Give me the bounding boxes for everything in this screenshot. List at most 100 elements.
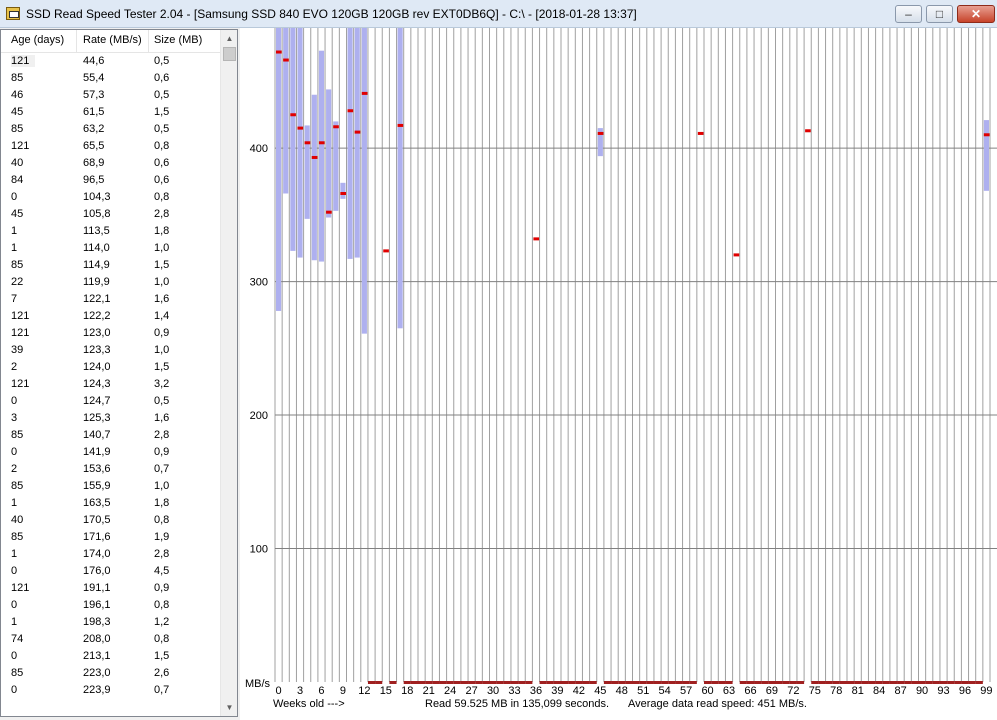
list-row[interactable]: 1 198,3 1,2 [1,614,221,631]
list-row[interactable]: 0 176,0 4,5 [1,563,221,580]
list-row[interactable]: 7 122,1 1,6 [1,291,221,308]
x-tick-label: 12 [358,685,370,697]
list-row[interactable]: 1 114,0 1,0 [1,240,221,257]
rate-cell: 61,5 [83,106,105,118]
list-row[interactable]: 39 123,3 1,0 [1,342,221,359]
list-row[interactable]: 46 57,3 0,5 [1,87,221,104]
zero-marker [475,681,483,684]
average-marker [361,91,368,95]
list-row[interactable]: 45 61,5 1,5 [1,104,221,121]
list-row[interactable]: 84 96,5 0,6 [1,172,221,189]
zero-marker [503,681,511,684]
x-tick-label: 93 [937,685,949,697]
list-row[interactable]: 85 140,7 2,8 [1,427,221,444]
age-cell: 46 [11,89,24,101]
list-row[interactable]: 0 196,1 0,8 [1,597,221,614]
list-row[interactable]: 85 223,0 2,6 [1,665,221,682]
column-header-age[interactable]: Age (days) [11,34,64,46]
list-row[interactable]: 2 124,0 1,5 [1,359,221,376]
average-marker [340,192,346,196]
age-cell: 0 [11,684,18,696]
list-row[interactable]: 85 63,2 0,5 [1,121,221,138]
list-row[interactable]: 0 124,7 0,5 [1,393,221,410]
zero-marker [704,681,712,684]
range-bar [983,120,989,191]
zero-marker [746,681,755,684]
range-bar [326,89,332,218]
scroll-thumb[interactable] [223,47,236,61]
list-row[interactable]: 85 114,9 1,5 [1,257,221,274]
size-cell: 1,8 [154,497,170,509]
scroll-down-icon[interactable]: ▼ [221,699,237,716]
list-row[interactable]: 45 105,8 2,8 [1,206,221,223]
list-row[interactable]: 85 155,9 1,0 [1,478,221,495]
zero-marker [632,681,640,684]
list-row[interactable]: 0 213,1 1,5 [1,648,221,665]
zero-marker [968,681,976,684]
list-row[interactable]: 2 153,6 0,7 [1,461,221,478]
list-row[interactable]: 1 113,5 1,8 [1,223,221,240]
list-row[interactable]: 1 163,5 1,8 [1,495,221,512]
vertical-scrollbar[interactable]: ▲ ▼ [220,30,237,716]
list-row[interactable]: 40 68,9 0,6 [1,155,221,172]
zero-marker [782,681,790,684]
list-row[interactable]: 85 55,4 0,6 [1,70,221,87]
x-tick-label: 78 [830,685,842,697]
list-row[interactable]: 85 171,6 1,9 [1,529,221,546]
range-bar [311,94,317,261]
list-row[interactable]: 74 208,0 0,8 [1,631,221,648]
scroll-up-icon[interactable]: ▲ [221,30,237,47]
size-cell: 1,6 [154,293,170,305]
x-tick-label: 15 [380,685,392,697]
list-row[interactable]: 121 44,6 0,5 [1,53,221,70]
list-row[interactable]: 0 223,9 0,7 [1,682,221,699]
app-disk-icon [6,7,20,20]
minimize-button[interactable]: – [895,5,922,23]
x-tick-label: 21 [423,685,435,697]
list-row[interactable]: 0 141,9 0,9 [1,444,221,461]
x-tick-label: 63 [723,685,735,697]
column-header-size[interactable]: Size (MB) [154,34,202,46]
age-cell: 121 [11,378,30,390]
zero-marker [939,681,948,684]
column-divider[interactable] [148,30,149,52]
size-cell: 1,9 [154,531,170,543]
zero-marker [954,681,962,684]
list-row[interactable]: 121 122,2 1,4 [1,308,221,325]
size-cell: 2,8 [154,548,170,560]
list-row[interactable]: 121 191,1 0,9 [1,580,221,597]
size-cell: 1,6 [154,412,170,424]
status-read: Read 59.525 MB in 135,099 seconds. [425,698,610,710]
list-row[interactable]: 121 124,3 3,2 [1,376,221,393]
rate-cell: 176,0 [83,565,111,577]
zero-marker [882,681,890,684]
rate-cell: 213,1 [83,650,111,662]
column-header-rate[interactable]: Rate (MB/s) [83,34,142,46]
list-row[interactable]: 121 65,5 0,8 [1,138,221,155]
zero-marker [818,681,826,684]
maximize-button[interactable]: □ [926,5,953,23]
list-row[interactable]: 3 125,3 1,6 [1,410,221,427]
list-row[interactable]: 22 119,9 1,0 [1,274,221,291]
close-button[interactable]: ✕ [957,5,995,23]
y-tick-label: 200 [250,410,268,422]
size-cell: 0,7 [154,463,170,475]
rate-cell: 125,3 [83,412,111,424]
list-row[interactable]: 121 123,0 0,9 [1,325,221,342]
x-tick-label: 87 [895,685,907,697]
rate-cell: 68,9 [83,157,105,169]
column-divider[interactable] [76,30,77,52]
average-marker [333,125,339,129]
range-bar [361,28,367,334]
range-bar [276,28,282,311]
list-row[interactable]: 0 104,3 0,8 [1,189,221,206]
size-cell: 0,8 [154,633,170,645]
file-list[interactable]: Age (days) Rate (MB/s) Size (MB) 121 44,6… [0,29,238,717]
list-row[interactable]: 40 170,5 0,8 [1,512,221,529]
average-marker [397,123,404,127]
zero-marker [518,681,526,684]
list-row[interactable]: 1 174,0 2,8 [1,546,221,563]
average-marker [347,109,354,113]
size-cell: 1,2 [154,616,170,628]
range-bar [283,28,289,194]
